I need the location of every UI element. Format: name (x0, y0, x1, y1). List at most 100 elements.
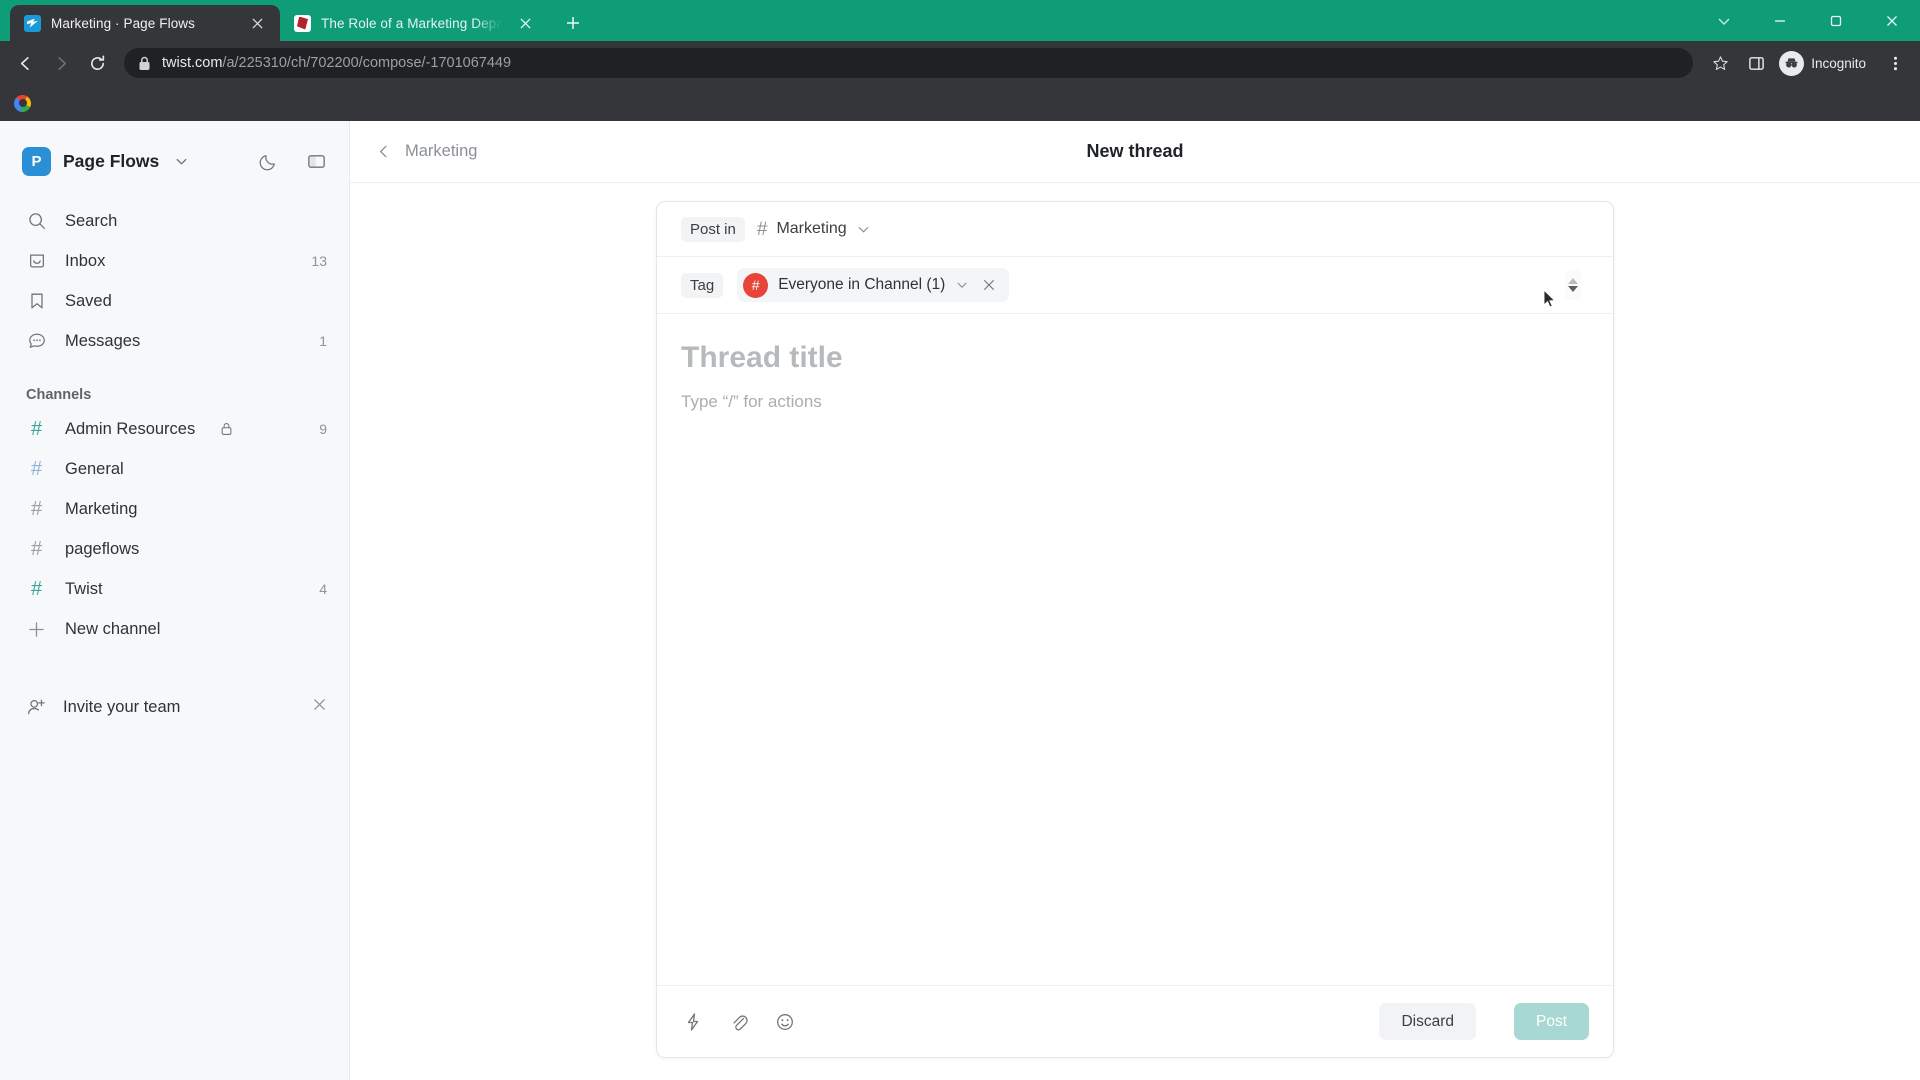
sidebar-nav: Search Inbox 13 Saved Messages 1 (0, 201, 349, 361)
channel-badge: 9 (319, 421, 327, 437)
browser-window: Marketing · Page Flows The Role of a Mar… (0, 0, 1920, 1080)
tab-title: The Role of a Marketing Departm (321, 15, 504, 31)
invite-your-team[interactable]: Invite your team (0, 687, 349, 727)
sidebar-item-label: Search (65, 211, 118, 230)
sidebar-item-saved[interactable]: Saved (0, 281, 349, 321)
sidebar-item-label: Messages (65, 331, 141, 350)
chevron-down-icon (957, 282, 967, 288)
new-tab-button[interactable] (558, 8, 588, 38)
composer-footer: Discard Post (657, 985, 1613, 1057)
channel-picker[interactable]: # Marketing (757, 220, 871, 239)
sidebar-item-pageflows[interactable]: # pageflows (0, 529, 349, 569)
side-panel-icon[interactable] (1739, 46, 1773, 80)
url-domain: twist.com (162, 55, 223, 71)
sidebar-item-label: Saved (65, 291, 112, 310)
channels-section-title: Channels (26, 387, 92, 403)
incognito-profile-button[interactable]: Incognito (1775, 48, 1876, 78)
chat-bubble-icon (26, 331, 47, 352)
window-controls (1696, 0, 1920, 41)
new-channel-button[interactable]: New channel (0, 609, 349, 649)
document-favicon-icon (294, 14, 311, 32)
chevron-down-icon (858, 226, 869, 232)
minimize-button[interactable] (1752, 0, 1808, 41)
sidebar-item-twist[interactable]: # Twist 4 (0, 569, 349, 609)
address-bar[interactable]: twist.com/a/225310/ch/702200/compose/-17… (124, 48, 1694, 78)
remove-tag-icon[interactable] (979, 278, 999, 292)
address-bar-url: twist.com/a/225310/ch/702200/compose/-17… (162, 55, 511, 71)
close-window-button[interactable] (1864, 0, 1920, 41)
main-content: Marketing New thread Post in # Marketing (350, 121, 1920, 1080)
moon-icon[interactable] (255, 148, 281, 174)
post-button[interactable]: Post (1513, 1002, 1589, 1041)
thread-editor[interactable]: Thread title Type “/” for actions (657, 314, 1613, 985)
search-icon (26, 211, 47, 232)
sidebar-item-general[interactable]: # General (0, 449, 349, 489)
attachment-icon[interactable] (727, 1010, 751, 1034)
forward-button[interactable] (44, 46, 78, 80)
hash-icon: # (756, 218, 768, 240)
plus-icon (26, 621, 47, 638)
selected-channel: Marketing (776, 220, 847, 237)
bookmark-star-icon[interactable] (1703, 46, 1737, 80)
tab-search-button[interactable] (1696, 0, 1752, 41)
twist-favicon-icon (24, 14, 41, 32)
tag-value: Everyone in Channel (1) (778, 276, 946, 293)
tag-chip[interactable]: # Everyone in Channel (1) (737, 268, 1010, 302)
sidebar-item-search[interactable]: Search (0, 201, 349, 241)
chrome-menu-icon[interactable] (1878, 46, 1912, 80)
hash-icon: # (30, 418, 43, 440)
sidebar-item-inbox[interactable]: Inbox 13 (0, 241, 349, 281)
thread-title-input[interactable]: Thread title (681, 340, 1589, 376)
browser-tab-active[interactable]: Marketing · Page Flows (10, 5, 280, 41)
sidebar-panel-icon[interactable] (303, 148, 329, 174)
channel-label: Admin Resources (65, 419, 196, 438)
chevron-left-icon (380, 145, 387, 158)
close-tab-icon[interactable] (514, 12, 536, 34)
page-title: New thread (1086, 141, 1184, 161)
back-to-channel-button[interactable]: Marketing (376, 142, 477, 161)
lightning-icon[interactable] (681, 1010, 705, 1034)
close-icon[interactable] (312, 697, 327, 717)
twist-app: P Page Flows Search Inbox 13 Saved Messa… (0, 121, 1920, 1080)
channel-label: General (65, 459, 124, 478)
chevron-down-icon[interactable] (174, 154, 189, 169)
reload-button[interactable] (80, 46, 114, 80)
incognito-avatar-icon (1779, 50, 1805, 76)
workspace-name: Page Flows (63, 150, 160, 171)
google-bookmark-icon[interactable] (14, 94, 31, 112)
channel-badge: 4 (319, 581, 327, 597)
browser-tab-inactive[interactable]: The Role of a Marketing Departm (280, 5, 548, 41)
sidebar-item-admin-resources[interactable]: # Admin Resources 9 (0, 409, 349, 449)
url-path: /a/225310/ch/702200/compose/-1701067449 (222, 55, 512, 71)
hash-icon: # (30, 578, 43, 600)
sidebar-item-marketing[interactable]: # Marketing (0, 489, 349, 529)
sidebar-item-messages[interactable]: Messages 1 (0, 321, 349, 361)
tag-row: Tag # Everyone in Channel (1) (657, 256, 1613, 314)
bookmark-icon (26, 291, 47, 312)
channel-list: # Admin Resources 9 # General # Marketin… (0, 409, 349, 649)
maximize-button[interactable] (1808, 0, 1864, 41)
sidebar-item-badge: 13 (311, 253, 327, 269)
tag-label: Tag (681, 272, 724, 298)
main-header: Marketing New thread (350, 121, 1920, 183)
incognito-label: Incognito (1811, 55, 1866, 71)
sidebar-item-label: Inbox (65, 251, 106, 270)
thread-body-input[interactable]: Type “/” for actions (681, 392, 1589, 412)
add-person-icon (26, 697, 47, 718)
lock-icon (139, 56, 150, 70)
close-tab-icon[interactable] (246, 12, 268, 34)
channel-label: Twist (65, 579, 103, 598)
post-in-row: Post in # Marketing (657, 202, 1613, 256)
workspace-header[interactable]: P Page Flows (0, 135, 349, 187)
tab-strip: Marketing · Page Flows The Role of a Mar… (0, 0, 1920, 41)
bookmarks-bar (0, 85, 1920, 121)
emoji-icon[interactable] (773, 1010, 797, 1034)
tag-scroll-spinner[interactable] (1565, 270, 1581, 300)
sidebar: P Page Flows Search Inbox 13 Saved Messa… (0, 121, 350, 1080)
back-label: Marketing (405, 142, 478, 160)
back-button[interactable] (8, 46, 42, 80)
workspace-logo: P (22, 146, 51, 176)
browser-toolbar: twist.com/a/225310/ch/702200/compose/-17… (0, 41, 1920, 85)
post-in-label: Post in (681, 216, 745, 242)
discard-button[interactable]: Discard (1379, 1002, 1476, 1041)
